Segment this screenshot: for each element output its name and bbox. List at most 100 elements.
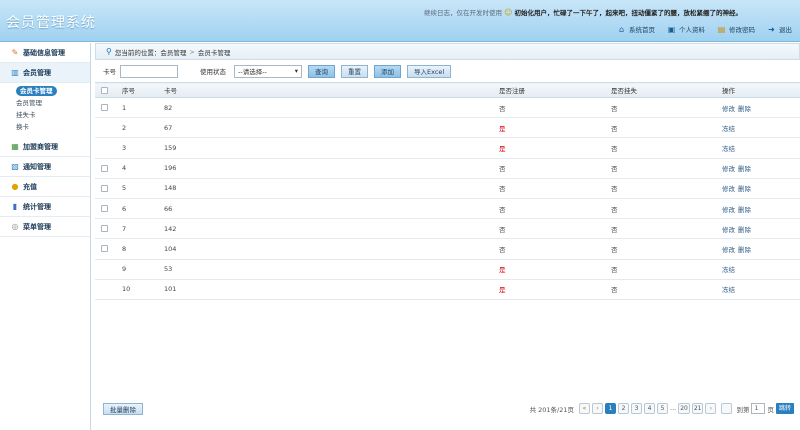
cell-card: 67 bbox=[164, 117, 499, 139]
add-button[interactable]: 添加 bbox=[374, 64, 401, 78]
delete-link[interactable]: 删除 bbox=[738, 105, 751, 113]
freeze-link[interactable]: 冻结 bbox=[722, 125, 735, 133]
cell-registered: 是 bbox=[499, 137, 611, 159]
page-number-button[interactable]: 4 bbox=[644, 403, 655, 414]
delete-link[interactable]: 删除 bbox=[738, 185, 751, 193]
row-checkbox[interactable] bbox=[101, 104, 108, 112]
sidebar-item-card-manage[interactable]: 会员卡管理 bbox=[0, 85, 90, 97]
page-ellipsis: ... bbox=[670, 404, 677, 412]
lock-icon: ▤ bbox=[717, 24, 726, 34]
reset-button[interactable]: 重置 bbox=[341, 64, 368, 78]
goto-page-input[interactable]: 1 bbox=[751, 403, 766, 414]
profile-link[interactable]: ▣ 个人资料 bbox=[667, 24, 705, 35]
row-checkbox[interactable] bbox=[101, 205, 108, 213]
status-select[interactable]: --请选择-- ▾ bbox=[234, 64, 302, 78]
cell-card: 196 bbox=[164, 158, 499, 179]
cell-card: 82 bbox=[164, 97, 499, 119]
page-number-button[interactable]: 3 bbox=[631, 403, 642, 414]
last-page-button[interactable] bbox=[721, 403, 733, 414]
card-no-input[interactable] bbox=[120, 64, 178, 78]
cell-actions: 修改 删除 bbox=[722, 97, 800, 119]
row-checkbox[interactable] bbox=[101, 184, 108, 192]
table-row: 5 148 否否修改 删除 bbox=[95, 178, 800, 199]
cell-no: 1 bbox=[122, 97, 164, 119]
sidebar-group-member[interactable]: ▥ 会员管理 bbox=[0, 63, 90, 83]
goto-button[interactable]: 跳转 bbox=[775, 403, 794, 414]
sidebar-group-notice[interactable]: ▧ 通知管理 bbox=[0, 157, 90, 177]
row-checkbox[interactable] bbox=[101, 245, 108, 253]
cell-no: 4 bbox=[122, 158, 164, 179]
sidebar-item-lost-card[interactable]: 挂失卡 bbox=[0, 109, 90, 121]
notice-icon: ▧ bbox=[11, 161, 19, 171]
query-button[interactable]: 查询 bbox=[308, 64, 335, 78]
sidebar-group-stats[interactable]: ▮ 统计管理 bbox=[0, 197, 90, 217]
batch-delete-button[interactable]: 批量删除 bbox=[103, 403, 143, 415]
cell-lost: 否 bbox=[611, 198, 722, 220]
sidebar-item-change-card[interactable]: 换卡 bbox=[0, 121, 90, 133]
delete-link[interactable]: 删除 bbox=[738, 226, 751, 234]
page-number-button[interactable]: 20 bbox=[678, 403, 690, 414]
prev-page-button[interactable]: ‹ bbox=[592, 403, 603, 414]
row-checkbox[interactable] bbox=[101, 225, 108, 233]
profile-icon: ▣ bbox=[667, 24, 676, 34]
col-header-registered: 是否注册 bbox=[499, 82, 611, 98]
col-header-no: 序号 bbox=[122, 82, 164, 98]
cell-lost: 否 bbox=[611, 218, 722, 240]
sidebar-group-franchise[interactable]: ▦ 加盟商管理 bbox=[0, 137, 90, 157]
sidebar-group-menu[interactable]: ◎ 菜单管理 bbox=[0, 217, 90, 237]
row-checkbox[interactable] bbox=[101, 164, 108, 172]
card-table: 序号 卡号 是否注册 是否挂失 操作 1 82 否否修改 删除 2 67 是否冻结 3 159 是… bbox=[95, 82, 800, 300]
page-number-button[interactable]: 1 bbox=[605, 403, 616, 414]
breadcrumb-prefix: 您当前的位置： bbox=[114, 48, 161, 57]
smile-icon: ☺ bbox=[504, 8, 513, 17]
chevron-down-icon: ▾ bbox=[294, 67, 298, 75]
table-row: 3 159 是否冻结 bbox=[95, 137, 800, 159]
cell-lost: 否 bbox=[611, 97, 722, 119]
first-page-button[interactable]: « bbox=[579, 403, 590, 414]
breadcrumb-item: 会员卡管理 bbox=[197, 48, 231, 57]
freeze-link[interactable]: 冻结 bbox=[722, 145, 735, 153]
freeze-link[interactable]: 冻结 bbox=[722, 266, 735, 274]
edit-link[interactable]: 修改 bbox=[722, 246, 735, 254]
change-password-link[interactable]: ▤ 修改密码 bbox=[717, 24, 755, 35]
import-excel-button[interactable]: 导入Excel bbox=[407, 64, 452, 78]
delete-link[interactable]: 删除 bbox=[738, 206, 751, 214]
table-header-row: 序号 卡号 是否注册 是否挂失 操作 bbox=[95, 82, 800, 98]
page-number-button[interactable]: 5 bbox=[657, 403, 668, 414]
table-row: 1 82 否否修改 删除 bbox=[95, 97, 800, 119]
page-number-button[interactable]: 2 bbox=[618, 403, 629, 414]
next-page-button[interactable]: › bbox=[705, 403, 717, 414]
top-links: ⌂ 系统首页 ▣ 个人资料 ▤ 修改密码 ➜ 退出 bbox=[617, 24, 792, 35]
delete-link[interactable]: 删除 bbox=[738, 165, 751, 173]
cell-actions: 修改 删除 bbox=[722, 178, 800, 199]
menu-icon: ◎ bbox=[11, 221, 19, 231]
filter-bar: 卡号 使用状态 --请选择-- ▾ 查询 重置 添加 导入Excel bbox=[95, 60, 800, 82]
edit-link[interactable]: 修改 bbox=[722, 165, 735, 173]
pagination: 共 201条/21页 « ‹ 1 2 3 4 5... 20 21 › 到第 1 页 跳转 bbox=[530, 403, 794, 414]
breadcrumb-item[interactable]: 会员管理 bbox=[160, 47, 186, 57]
edit-link[interactable]: 修改 bbox=[722, 206, 735, 214]
edit-link[interactable]: 修改 bbox=[722, 226, 735, 234]
page-number-button[interactable]: 21 bbox=[691, 403, 704, 414]
sidebar-group-basic-info[interactable]: ✎ 基础信息管理 bbox=[0, 43, 90, 63]
app-title: 会员管理系统 bbox=[6, 15, 96, 31]
notice-bar: 继续日志，仅在开发时使用 ☺ 初始化用户，忙碌了一下午了，起来吧，扭动僵紧了的腰… bbox=[424, 7, 742, 17]
delete-link[interactable]: 删除 bbox=[738, 246, 751, 254]
cell-registered: 是 bbox=[499, 117, 611, 139]
select-all-checkbox[interactable] bbox=[101, 86, 108, 94]
edit-link[interactable]: 修改 bbox=[722, 105, 735, 113]
card-no-label: 卡号 bbox=[103, 68, 116, 76]
cell-actions: 修改 删除 bbox=[722, 238, 800, 260]
sidebar-item-member-manage[interactable]: 会员管理 bbox=[0, 97, 90, 109]
logout-link[interactable]: ➜ 退出 bbox=[767, 24, 792, 35]
sidebar-group-recharge[interactable]: ● 充值 bbox=[0, 177, 90, 197]
cell-registered: 否 bbox=[499, 198, 611, 220]
cell-card: 104 bbox=[164, 238, 499, 260]
notice-prefix: 继续日志，仅在开发时使用 bbox=[424, 9, 502, 17]
home-link[interactable]: ⌂ 系统首页 bbox=[617, 24, 655, 35]
freeze-link[interactable]: 冻结 bbox=[722, 286, 735, 294]
main-content: ⚲ 您当前的位置： 会员管理 > 会员卡管理 卡号 使用状态 --请选择-- ▾… bbox=[95, 43, 800, 430]
edit-link[interactable]: 修改 bbox=[722, 185, 735, 193]
breadcrumb-separator: > bbox=[189, 47, 195, 56]
page-summary: 共 201条/21页 bbox=[529, 405, 574, 414]
